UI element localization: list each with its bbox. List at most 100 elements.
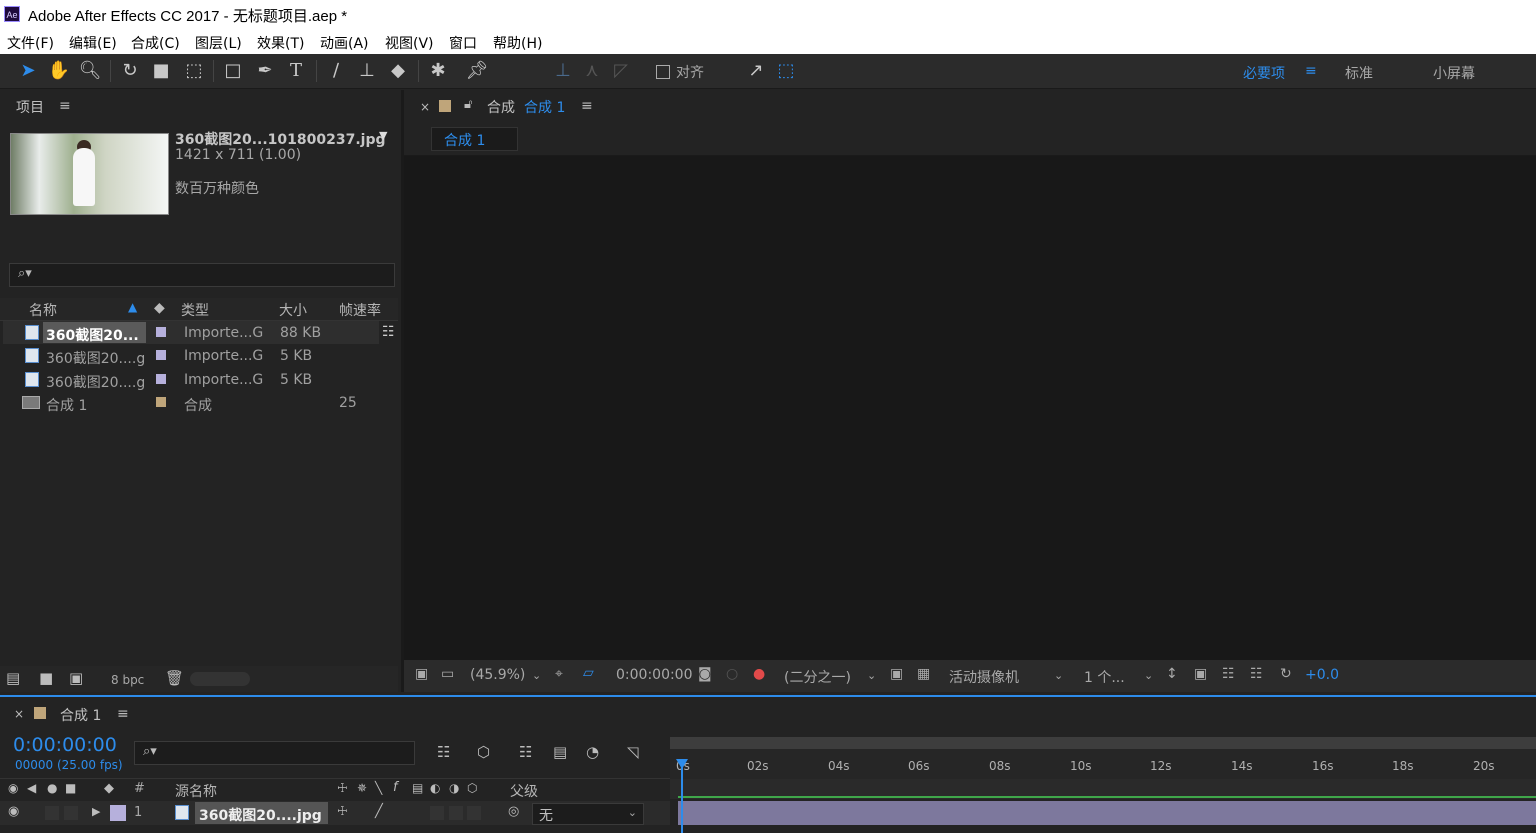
bit-depth-button[interactable]: 8 bpc: [111, 673, 144, 687]
flowchart-icon[interactable]: ☷: [382, 324, 395, 340]
column-type[interactable]: 类型: [181, 300, 209, 320]
hand-tool-icon[interactable]: ✋: [47, 59, 71, 83]
eye-icon[interactable]: ◉: [8, 804, 19, 819]
camera-view-select[interactable]: 活动摄像机: [949, 667, 1019, 687]
table-row[interactable]: ◉ ▶ 1 360截图20....jpg ☩ ╱ ◎ 无 ⌄: [0, 801, 670, 825]
menu-window[interactable]: 窗口: [449, 33, 477, 53]
close-icon[interactable]: ×: [14, 707, 24, 721]
always-preview-icon[interactable]: ▣: [415, 666, 428, 682]
chevron-down-icon[interactable]: ⌄: [532, 669, 541, 682]
viewer-tab-name[interactable]: 合成 1: [524, 97, 565, 117]
menu-layer[interactable]: 图层(L): [195, 33, 242, 53]
audio-icon[interactable]: ◀: [27, 781, 36, 795]
graph-editor-icon[interactable]: ◹: [627, 743, 639, 761]
resolution-select[interactable]: (二分之一): [784, 667, 851, 687]
work-area-bar[interactable]: [670, 737, 1536, 749]
motion-blur-icon[interactable]: ◔: [586, 743, 599, 761]
pan-behind-tool-icon[interactable]: ⬚: [182, 59, 206, 83]
motion-blur-switch-icon[interactable]: ◐: [430, 781, 440, 795]
frame-blend-switch-icon[interactable]: ▤: [412, 781, 423, 795]
snap-icon[interactable]: ↗: [744, 59, 768, 83]
workspace-small-screen[interactable]: 小屏幕: [1433, 63, 1475, 83]
timeline-tab[interactable]: 合成 1: [60, 705, 101, 725]
roto-brush-tool-icon[interactable]: ✱: [426, 59, 450, 83]
close-icon[interactable]: ×: [420, 100, 430, 114]
monitor-icon[interactable]: ▭: [441, 666, 454, 682]
chevron-down-icon[interactable]: ⌄: [1054, 669, 1063, 682]
list-item[interactable]: 合成 1 合成 25: [3, 391, 379, 414]
column-frame-rate[interactable]: 帧速率: [339, 300, 381, 320]
3d-switch-icon[interactable]: ⬡: [467, 781, 477, 795]
chevron-down-icon[interactable]: ▼: [379, 129, 387, 142]
workspace-menu-icon[interactable]: ≡: [1305, 63, 1317, 79]
view-layout-select[interactable]: 1 个...: [1084, 667, 1125, 687]
draft-3d-icon[interactable]: ⬡: [477, 743, 490, 761]
menu-help[interactable]: 帮助(H): [493, 33, 542, 53]
frame-blending-icon[interactable]: ▤: [553, 743, 567, 761]
quality-switch-icon[interactable]: ╲: [375, 781, 382, 795]
toggle-pixel-aspect-icon[interactable]: ↕: [1166, 666, 1178, 682]
label-color-swatch[interactable]: [156, 397, 166, 407]
layer-name[interactable]: 360截图20....jpg: [199, 805, 322, 825]
transparency-grid-icon[interactable]: ▦: [917, 666, 930, 682]
workspace-standard[interactable]: 标准: [1345, 63, 1373, 83]
shy-switch-icon[interactable]: ☩: [337, 804, 348, 818]
solo-icon[interactable]: ●: [47, 781, 57, 795]
adjustment-switch-icon[interactable]: ◑: [449, 781, 459, 795]
shy-switch-icon[interactable]: ☩: [337, 781, 348, 795]
list-item[interactable]: 360截图20....g Importe...G 5 KB: [3, 344, 379, 367]
timeline-search-input[interactable]: ⌕▾: [134, 741, 415, 765]
menu-effect[interactable]: 效果(T): [257, 33, 304, 53]
selection-tool-icon[interactable]: ➤: [16, 59, 40, 83]
menu-view[interactable]: 视图(V): [385, 33, 434, 53]
label-color-swatch[interactable]: [156, 350, 166, 360]
composition-canvas[interactable]: [404, 156, 1536, 660]
reset-exposure-icon[interactable]: ↻: [1280, 666, 1292, 682]
quality-switch-icon[interactable]: ╱: [375, 804, 383, 819]
list-item[interactable]: 360截图20... Importe...G 88 KB: [3, 321, 379, 344]
menu-composition[interactable]: 合成(C): [131, 33, 180, 53]
fx-switch-icon[interactable]: f: [393, 780, 398, 795]
pen-tool-icon[interactable]: ✒: [253, 59, 277, 83]
new-composition-icon[interactable]: ▣: [69, 669, 83, 687]
project-search-input[interactable]: ⌕▾: [9, 263, 395, 287]
label-tag-icon[interactable]: ◆: [154, 300, 165, 316]
workspace-essentials[interactable]: 必要项: [1243, 63, 1285, 83]
collapse-switch-icon[interactable]: ✵: [357, 781, 367, 795]
new-folder-icon[interactable]: ■: [39, 669, 53, 687]
menu-animation[interactable]: 动画(A): [320, 33, 369, 53]
expand-arrow-icon[interactable]: ▶: [92, 805, 100, 818]
view-axis-icon[interactable]: ◸: [609, 59, 633, 83]
parent-select[interactable]: 无 ⌄: [532, 803, 644, 825]
label-tag-icon[interactable]: ◆: [104, 781, 114, 796]
panel-menu-icon[interactable]: ≡: [59, 98, 71, 114]
type-tool-icon[interactable]: T: [284, 59, 308, 83]
panel-menu-icon[interactable]: ≡: [117, 706, 129, 722]
panel-menu-icon[interactable]: ≡: [581, 98, 593, 114]
timeline-current-time[interactable]: 0:00:00:00: [13, 734, 117, 756]
menu-edit[interactable]: 编辑(E): [69, 33, 117, 53]
eye-icon[interactable]: ◉: [8, 781, 18, 795]
column-size[interactable]: 大小: [279, 300, 307, 320]
menu-file[interactable]: 文件(F): [7, 33, 54, 53]
interpret-footage-icon[interactable]: ▤: [6, 669, 20, 687]
align-checkbox[interactable]: [656, 65, 670, 79]
mask-visibility-icon[interactable]: ▱: [583, 665, 594, 681]
snapshot-camera-icon[interactable]: ◙: [698, 666, 712, 682]
rotation-tool-icon[interactable]: ↻: [118, 59, 142, 83]
current-time-display[interactable]: 0:00:00:00: [616, 667, 693, 683]
timeline-icon[interactable]: ☷: [1222, 666, 1235, 682]
comp-mini-flowchart-icon[interactable]: ☷: [437, 743, 450, 761]
puppet-pin-tool-icon[interactable]: 📌︎: [465, 59, 489, 83]
show-snapshot-icon[interactable]: ○: [726, 666, 738, 682]
magnification-select[interactable]: (45.9%): [470, 667, 525, 683]
lock-toggle[interactable]: [64, 806, 78, 820]
flowchart-icon[interactable]: ☷: [1250, 666, 1263, 682]
tab-composition-1[interactable]: 合成 1: [431, 127, 518, 151]
local-axis-icon[interactable]: ⊥: [551, 59, 575, 83]
lock-icon[interactable]: ■: [65, 781, 76, 795]
clone-stamp-tool-icon[interactable]: ⊥: [355, 59, 379, 83]
eraser-tool-icon[interactable]: ◆: [386, 59, 410, 83]
chevron-down-icon[interactable]: ⌄: [1144, 669, 1153, 682]
zoom-tool-icon[interactable]: 🔍︎: [78, 59, 102, 83]
